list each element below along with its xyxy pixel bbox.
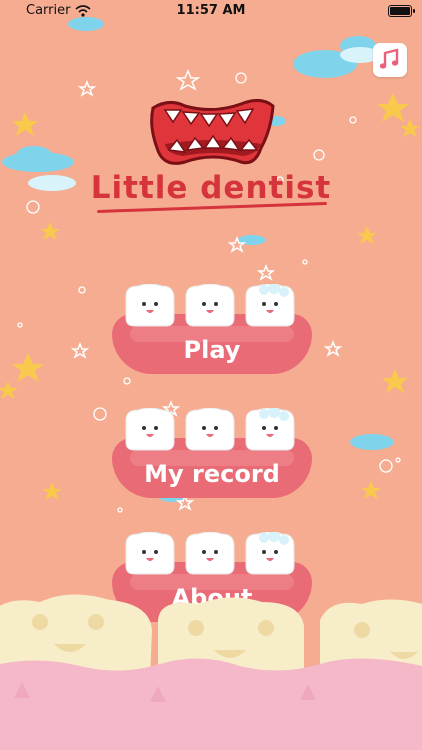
my-record-button[interactable]: My record bbox=[112, 408, 312, 508]
teeth-icon bbox=[125, 408, 295, 451]
my-record-label: My record bbox=[144, 460, 280, 488]
battery-icon bbox=[388, 5, 415, 17]
teeth-icon bbox=[125, 284, 295, 327]
teeth-icon bbox=[125, 532, 295, 575]
play-label: Play bbox=[183, 336, 241, 364]
app-screen: Carrier 11:57 AM Little dentist Play My … bbox=[0, 0, 422, 750]
mouth-logo-icon bbox=[150, 99, 275, 165]
play-button[interactable]: Play bbox=[112, 284, 312, 384]
bottom-teeth-decoration bbox=[0, 594, 422, 750]
status-time: 11:57 AM bbox=[176, 3, 246, 18]
page-title: Little dentist bbox=[90, 170, 332, 206]
music-note-icon bbox=[379, 48, 399, 69]
status-bar: Carrier 11:57 AM bbox=[0, 0, 422, 22]
music-toggle-button[interactable] bbox=[373, 43, 407, 77]
